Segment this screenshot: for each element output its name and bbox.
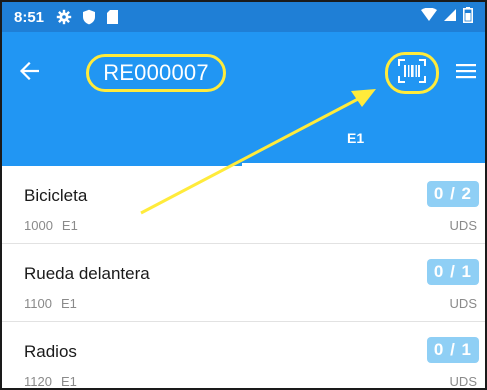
back-button[interactable] <box>14 58 44 88</box>
list-item[interactable]: Bicicleta 1000 E1 0 / 2 UDS <box>2 166 485 244</box>
document-title-highlight: RE000007 <box>86 54 226 92</box>
item-name: Rueda delantera <box>24 264 150 283</box>
item-ref: 1000 <box>24 218 53 233</box>
list-item[interactable]: Radios 1120 E1 0 / 1 UDS <box>2 322 485 389</box>
quantity-badge: 0 / 1 <box>426 337 479 363</box>
item-ref: 1120 <box>24 374 52 389</box>
item-code: 1120 E1 <box>24 374 77 389</box>
item-location: E1 <box>60 296 77 311</box>
tab-e1[interactable]: E1 <box>347 130 364 146</box>
app-screen: 8:51 RE000007 E1 Bicicleta 1000 E1 0 / 2… <box>0 0 487 390</box>
arrow-back-icon <box>19 61 40 85</box>
item-location: E1 <box>61 218 78 233</box>
item-code: 1000 E1 <box>24 218 78 233</box>
item-unit: UDS <box>449 296 477 311</box>
item-code: 1100 E1 <box>24 296 77 311</box>
shield-icon <box>82 9 96 25</box>
item-ref: 1100 <box>24 296 52 311</box>
app-bar: RE000007 <box>2 32 485 112</box>
wifi-icon <box>420 7 438 26</box>
tab-bar: E1 <box>2 112 485 166</box>
scan-button[interactable] <box>385 52 439 94</box>
quantity-badge: 0 / 1 <box>426 259 479 285</box>
signal-icon <box>444 8 457 26</box>
item-unit: UDS <box>449 374 477 389</box>
status-time: 8:51 <box>14 8 45 26</box>
list-item[interactable]: Rueda delantera 1100 E1 0 / 1 UDS <box>2 244 485 322</box>
item-list: Bicicleta 1000 E1 0 / 2 UDS Rueda delante… <box>2 166 485 389</box>
status-bar: 8:51 <box>2 2 485 32</box>
page-title: RE000007 <box>103 60 209 85</box>
item-name: Bicicleta <box>24 186 88 205</box>
menu-button[interactable] <box>453 60 479 86</box>
item-name: Radios <box>24 342 77 361</box>
battery-icon <box>463 7 473 27</box>
menu-icon <box>456 63 476 84</box>
item-location: E1 <box>60 374 77 389</box>
gear-icon <box>56 9 72 25</box>
quantity-badge: 0 / 2 <box>426 181 479 207</box>
item-unit: UDS <box>449 218 477 233</box>
barcode-scan-icon <box>398 58 426 88</box>
sd-card-icon <box>106 9 119 25</box>
